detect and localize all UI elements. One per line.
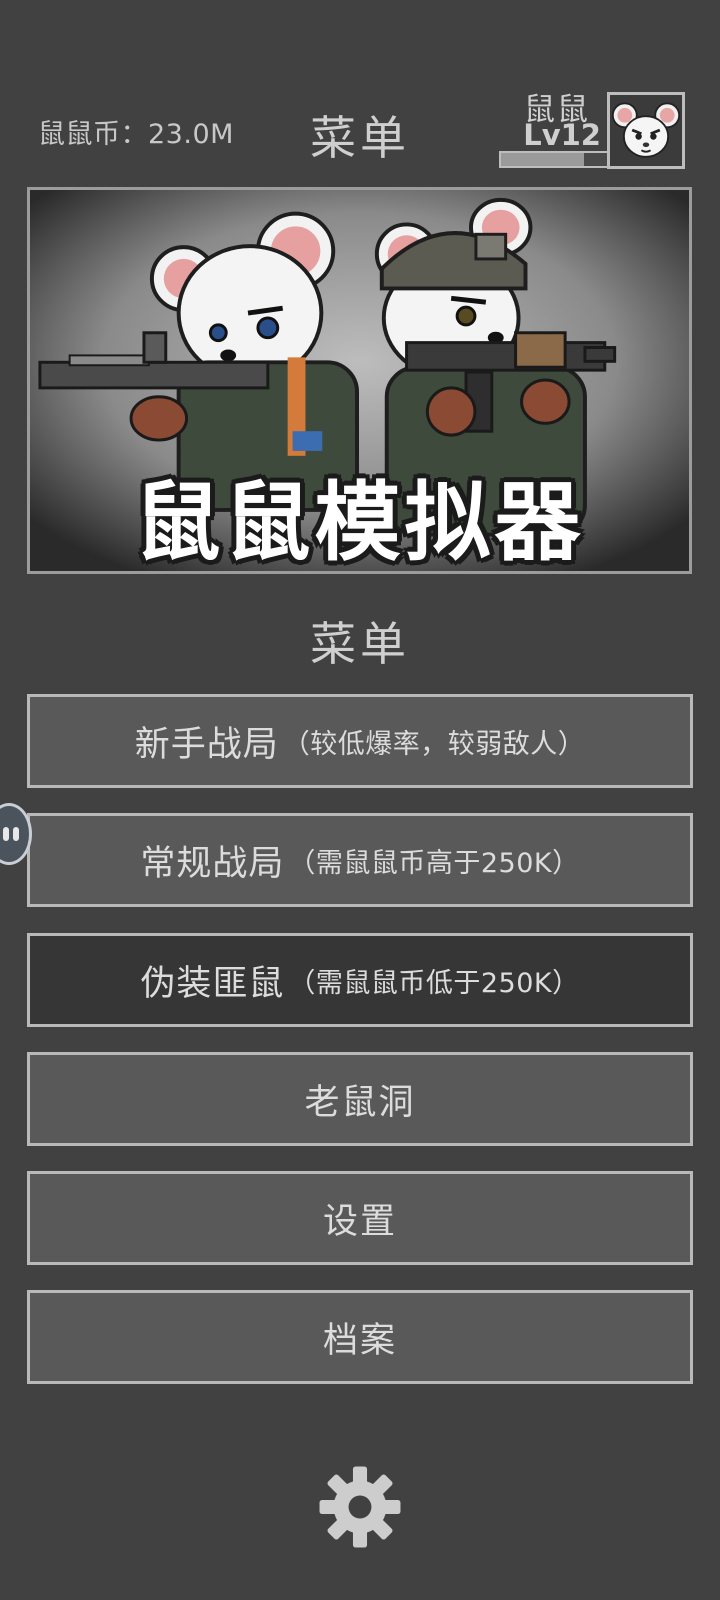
newbie-match-button[interactable]: 新手战局 （较低爆率，较弱敌人） [27, 694, 693, 788]
regular-match-button[interactable]: 常规战局 （需鼠鼠币高于250K） [27, 813, 693, 907]
banner-title: 鼠鼠模拟器 [134, 473, 585, 573]
gear-icon[interactable] [316, 1463, 404, 1551]
player-level: Lv12 [523, 118, 601, 152]
button-label: 新手战局 [134, 724, 279, 765]
main-menu-screen: 鼠鼠币：23.0M 菜单 鼠鼠 Lv12 鼠鼠模拟器 菜单 新手战局 （较低爆率… [0, 0, 720, 1600]
menu-title: 菜单 [310, 617, 410, 671]
button-sublabel: （较低爆率，较弱敌人） [282, 728, 586, 760]
button-sublabel: （需鼠鼠币高于250K） [288, 847, 580, 879]
disguise-bandit-button[interactable]: 伪装匪鼠 （需鼠鼠币低于250K） [27, 933, 693, 1027]
mouse-avatar-icon [610, 95, 682, 166]
mouse-hole-button[interactable]: 老鼠洞 [27, 1052, 693, 1146]
button-label: 常规战局 [140, 843, 285, 884]
archive-button[interactable]: 档案 [27, 1290, 693, 1384]
button-sublabel: （需鼠鼠币低于250K） [288, 967, 580, 999]
game-banner: 鼠鼠模拟器 [27, 187, 692, 574]
player-avatar[interactable] [607, 92, 685, 169]
button-label: 设置 [322, 1201, 397, 1242]
xp-progress-bar [499, 151, 609, 168]
settings-button[interactable]: 设置 [27, 1171, 693, 1265]
button-label: 伪装匪鼠 [140, 963, 285, 1004]
xp-progress-fill [501, 153, 584, 166]
button-label: 档案 [322, 1320, 397, 1361]
button-label: 老鼠洞 [304, 1082, 416, 1123]
